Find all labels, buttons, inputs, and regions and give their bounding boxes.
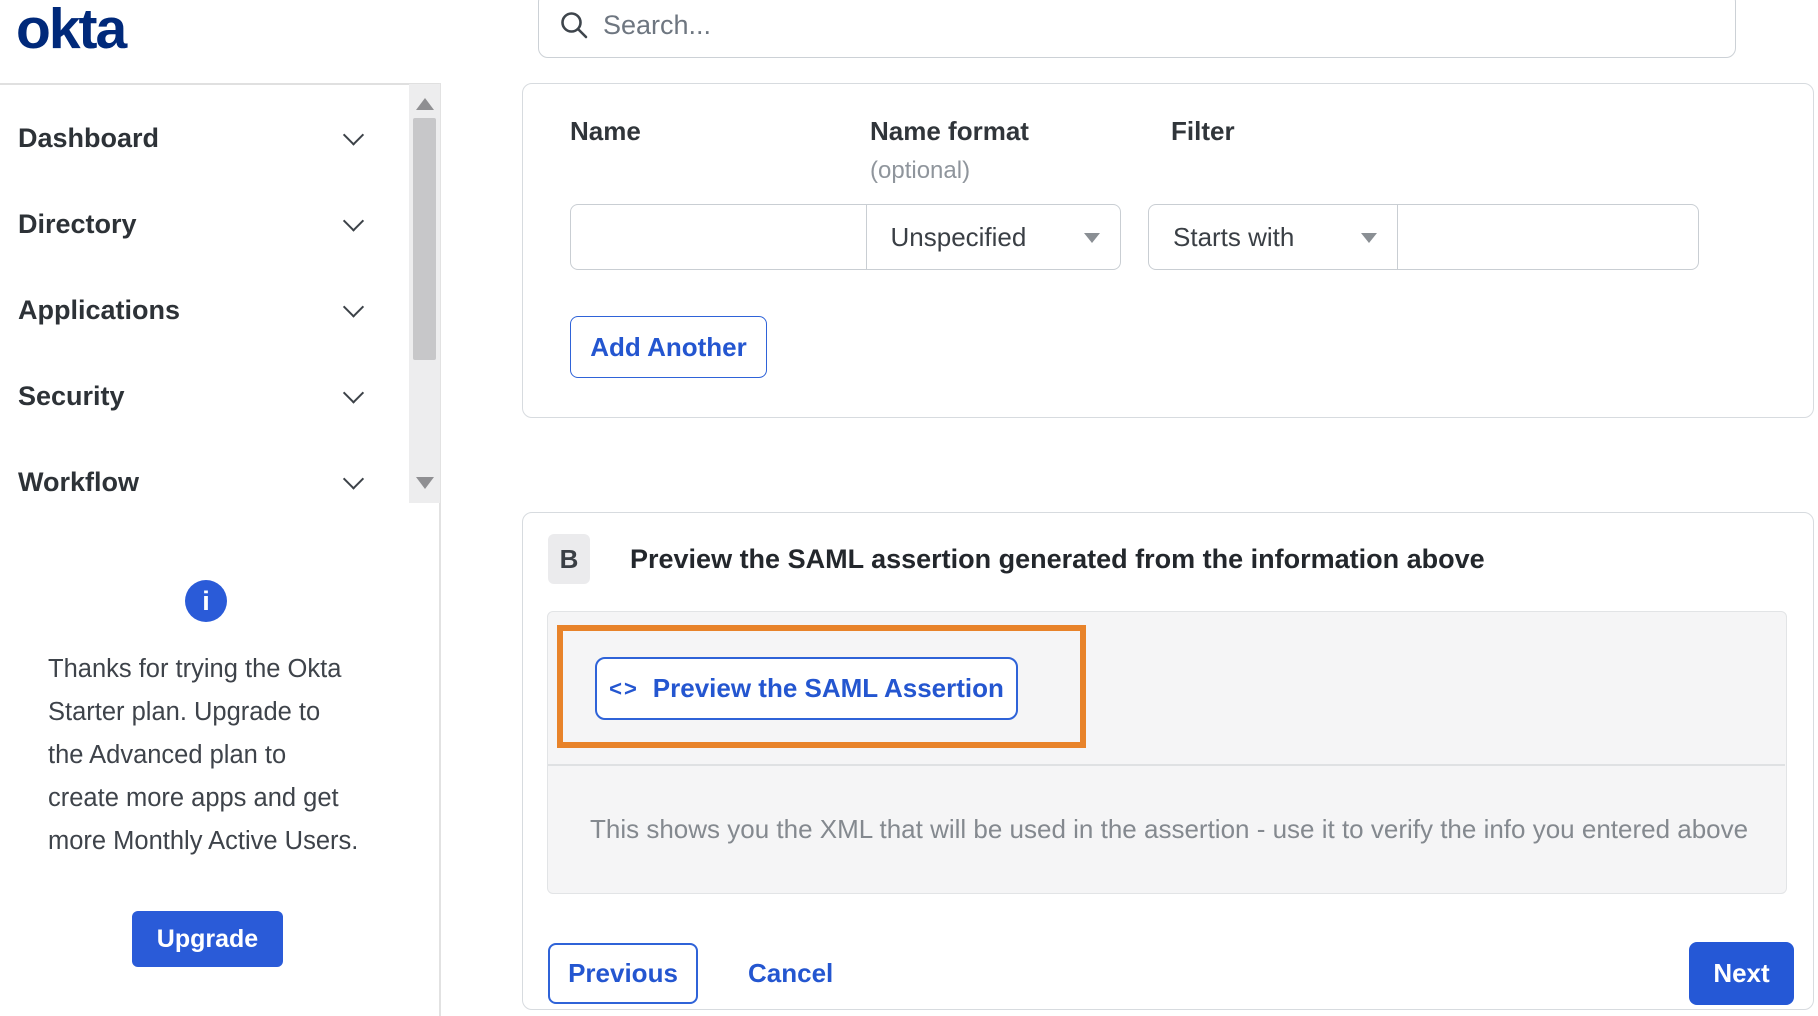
name-format-selected-value: Unspecified <box>890 221 1027 252</box>
scroll-down-arrow-icon[interactable] <box>416 477 434 489</box>
chevron-down-icon <box>342 210 365 232</box>
sidebar-item-dashboard[interactable]: Dashboard <box>0 95 409 181</box>
step-b-badge: B <box>548 534 590 584</box>
name-format-select[interactable]: Unspecified <box>865 204 1121 270</box>
chevron-down-icon <box>342 468 365 490</box>
add-another-button[interactable]: Add Another <box>570 316 767 378</box>
attribute-statement-card: Name Name format (optional) Filter Unspe… <box>522 83 1814 418</box>
sidebar-item-label: Applications <box>18 294 181 325</box>
assertion-preview-panel: <> Preview the SAML Assertion This shows… <box>547 611 1787 894</box>
name-format-column-label: Name format <box>870 116 1029 146</box>
assertion-preview-description: This shows you the XML that will be used… <box>590 813 1749 844</box>
search-input[interactable] <box>603 9 1735 41</box>
filter-column-label: Filter <box>1171 116 1235 146</box>
attribute-name-input[interactable] <box>571 205 866 269</box>
okta-logo: okta <box>16 0 127 61</box>
global-search[interactable] <box>538 0 1736 58</box>
scroll-up-arrow-icon[interactable] <box>416 98 434 110</box>
upsell-message: Thanks for trying the Okta Starter plan.… <box>48 655 359 855</box>
preview-saml-assertion-button[interactable]: <> Preview the SAML Assertion <box>595 657 1018 720</box>
chevron-down-icon <box>342 124 365 146</box>
sidebar-item-label: Workflow <box>18 466 139 497</box>
previous-button[interactable]: Previous <box>548 943 698 1004</box>
info-icon: i <box>185 580 227 622</box>
filter-operator-selected-value: Starts with <box>1173 221 1295 252</box>
chevron-down-icon <box>342 382 365 404</box>
upgrade-button[interactable]: Upgrade <box>132 911 283 967</box>
sidebar-item-workflow[interactable]: Workflow <box>0 439 409 503</box>
sidebar-item-applications[interactable]: Applications <box>0 267 409 353</box>
name-column-label: Name <box>570 116 641 146</box>
name-format-optional-hint: (optional) <box>870 157 971 184</box>
sidebar-item-directory[interactable]: Directory <box>0 181 409 267</box>
dropdown-caret-icon <box>1083 233 1100 243</box>
filter-value-input[interactable] <box>1397 205 1698 269</box>
filter-operator-select[interactable]: Starts with <box>1148 204 1398 270</box>
sidebar-scrollbar-thumb[interactable] <box>413 118 436 360</box>
preview-section-heading: Preview the SAML assertion generated fro… <box>630 543 1485 574</box>
search-icon <box>561 12 588 39</box>
filter-value-field[interactable] <box>1396 204 1699 270</box>
cancel-link[interactable]: Cancel <box>748 943 833 1004</box>
sidebar-item-label: Directory <box>18 208 137 239</box>
chevron-down-icon <box>342 296 365 318</box>
next-button[interactable]: Next <box>1689 942 1794 1005</box>
code-icon: <> <box>609 675 639 701</box>
attribute-name-field[interactable] <box>570 204 867 270</box>
dropdown-caret-icon <box>1361 233 1377 243</box>
sidebar-item-label: Security <box>18 380 125 411</box>
sidebar-item-security[interactable]: Security <box>0 353 409 439</box>
preview-saml-assertion-label: Preview the SAML Assertion <box>652 673 1004 703</box>
preview-assertion-card: B Preview the SAML assertion generated f… <box>522 512 1814 1010</box>
sidebar-item-label: Dashboard <box>18 122 160 153</box>
okta-admin-screen: okta Dashboard Directory Applications Se… <box>0 0 1818 1016</box>
sidebar-nav: Dashboard Directory Applications Securit… <box>0 84 409 503</box>
